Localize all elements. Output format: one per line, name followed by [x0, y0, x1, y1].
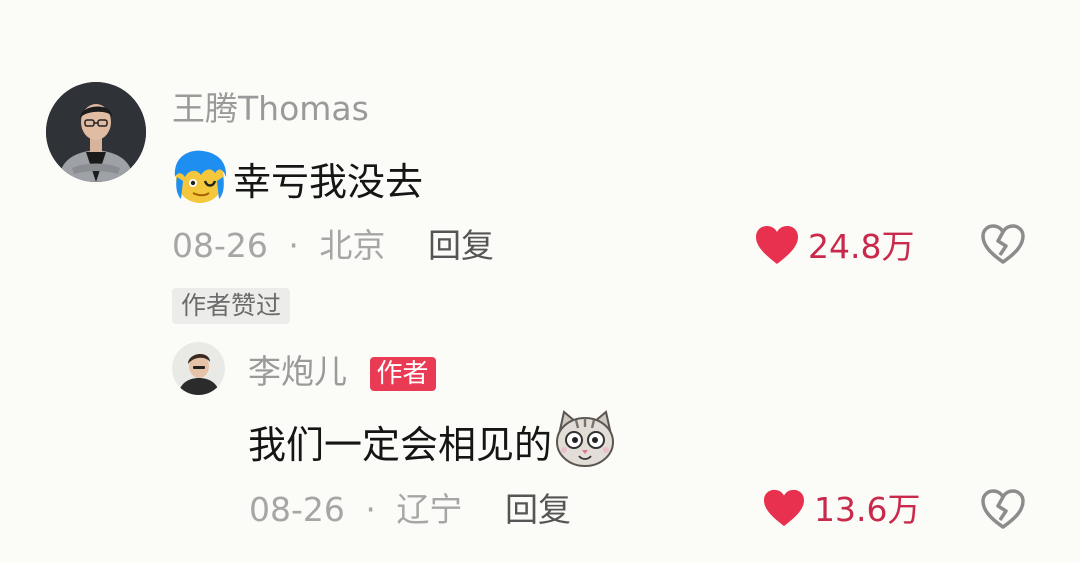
reply-meta: 08-26 · 辽宁 [249, 490, 462, 530]
like-count: 24.8万 [808, 227, 915, 266]
broken-heart-icon [980, 224, 1026, 269]
broken-heart-icon [980, 489, 1026, 534]
comment-meta: 08-26 · 北京 [172, 226, 385, 266]
meta-separator: · [288, 226, 299, 265]
dislike-button[interactable] [980, 223, 1026, 269]
reply-date: 08-26 [249, 490, 345, 529]
heart-icon [754, 224, 800, 270]
avatar-image [172, 342, 225, 395]
like-count: 13.6万 [814, 490, 921, 529]
author-liked-tag: 作者赞过 [172, 288, 291, 324]
reply-text: 我们一定会相见的 [248, 423, 553, 467]
like-button[interactable]: 24.8万 [754, 224, 914, 270]
reply-text-row: 我们一定会相见的 [248, 410, 616, 480]
reply-button[interactable]: 回复 [505, 490, 571, 530]
username[interactable]: 李炮儿 [248, 352, 347, 391]
author-badge: 作者 [369, 356, 436, 391]
comment-date: 08-26 [172, 226, 268, 265]
heart-icon [762, 488, 806, 532]
like-button[interactable]: 13.6万 [762, 488, 920, 532]
comment-text: 幸亏我没去 [233, 160, 424, 204]
cat-face-emoji [554, 410, 616, 480]
avatar-image [46, 82, 146, 182]
reply-location: 辽宁 [396, 490, 463, 529]
comment-location: 北京 [319, 226, 386, 265]
username[interactable]: 王腾Thomas [172, 89, 369, 129]
avatar[interactable] [46, 82, 146, 182]
dislike-button[interactable] [980, 488, 1026, 534]
blue-hair-face-emoji [171, 147, 229, 217]
reply-button[interactable]: 回复 [428, 226, 494, 266]
meta-separator: · [365, 490, 376, 529]
avatar[interactable] [172, 342, 225, 395]
comment-text-row: 幸亏我没去 [171, 147, 423, 217]
reply-username-row: 李炮儿 作者 [248, 352, 436, 392]
